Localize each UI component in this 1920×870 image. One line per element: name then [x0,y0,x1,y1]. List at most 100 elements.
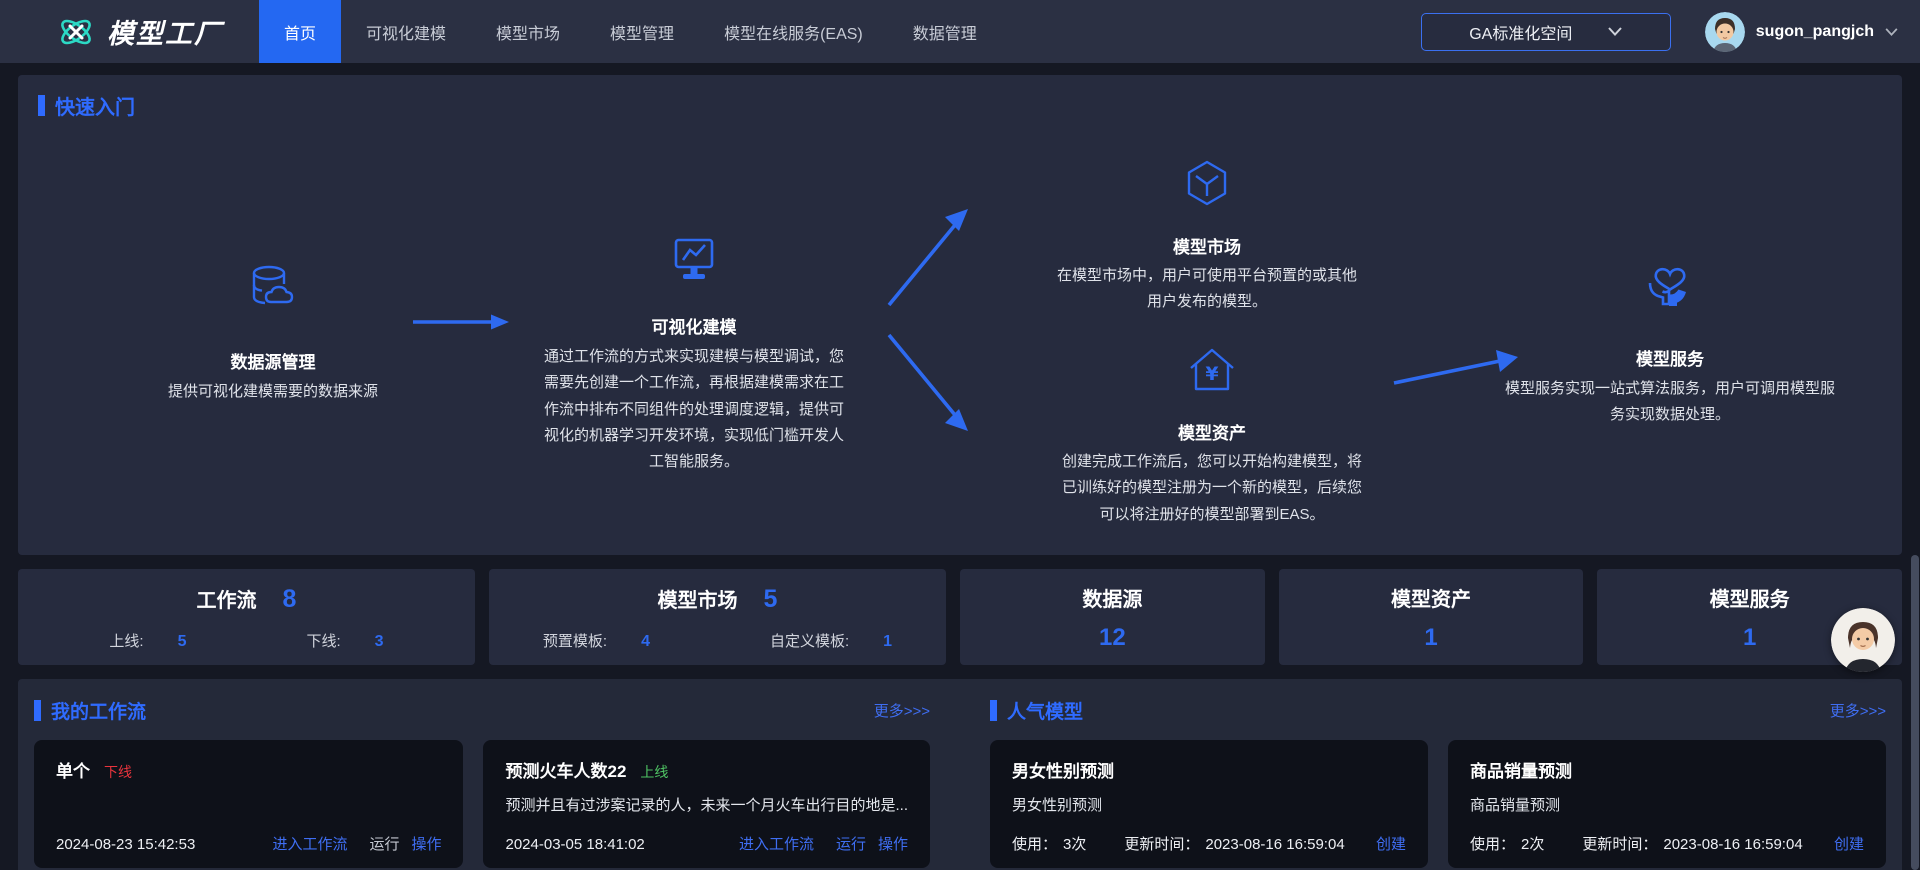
nav-item-visual-modeling[interactable]: 可视化建模 [341,0,471,63]
model-desc: 男女性别预测 [1012,794,1406,815]
workflow-status-badge: 上线 [640,762,668,782]
stat-sub-label: 上线: [109,630,143,651]
workflow-actions-link[interactable]: 操作 [411,833,441,854]
quickstart-step-model-assets: ¥ 模型资产 创建完成工作流后，您可以开始构建模型，将已训练好的模型注册为一个新… [1057,343,1367,528]
nav-item-model-market[interactable]: 模型市场 [471,0,585,63]
stat-title: 模型资产 [1279,583,1584,612]
user-menu[interactable]: sugon_pangjch [1705,12,1898,52]
main-nav: 首页 可视化建模 模型市场 模型管理 模型在线服务(EAS) 数据管理 [259,0,1002,63]
arrow-down-right-icon [883,327,978,437]
my-workflows-title: 我的工作流 [34,697,146,724]
svg-text:¥: ¥ [1205,363,1218,385]
quickstart-step-model-service: 模型服务 模型服务实现一站式算法服务，用户可调用模型服务实现数据处理。 [1500,257,1840,429]
quickstart-step-visual-modeling: 可视化建模 通过工作流的方式来实现建模与模型调试，您需要先创建一个工作流，再根据… [539,233,849,475]
workflow-status-badge: 下线 [104,762,132,782]
step-name: 可视化建模 [539,313,849,338]
step-name: 模型市场 [1057,233,1357,258]
stat-card-datasources[interactable]: 数据源 12 [960,569,1265,665]
stat-value: 1 [1279,624,1584,652]
usage-value: 2次 [1521,833,1544,854]
quickstart-step-model-market: 模型市场 在模型市场中，用户可使用平台预置的或其他用户发布的模型。 [1057,157,1357,316]
workflow-card[interactable]: 预测火车人数22 上线 预测并且有过涉案记录的人，未来一个月火车出行目的地是..… [483,740,930,868]
my-workflows-section: 我的工作流 更多>>> 单个 下线 2024-08-23 15:42:53 进入… [34,697,930,868]
stats-row: 工作流 8 上线:5 下线:3 模型市场 5 预置模板:4 自定义模板:1 数据… [18,569,1902,665]
create-model-link[interactable]: 创建 [1376,833,1406,854]
logo-text: 模型工厂 [107,12,223,51]
stat-title: 工作流 [197,584,257,613]
title-bar-decoration [38,95,45,116]
stat-value: 12 [960,624,1265,652]
workflow-desc: 预测并且有过涉案记录的人，未来一个月火车出行目的地是... [505,794,908,815]
updated-label: 更新时间： [1582,833,1657,854]
my-workflows-more-link[interactable]: 更多>>> [874,700,930,721]
assistant-avatar[interactable] [1831,608,1895,672]
step-name: 数据源管理 [73,348,473,373]
create-model-link[interactable]: 创建 [1834,833,1864,854]
step-desc: 在模型市场中，用户可使用平台预置的或其他用户发布的模型。 [1057,263,1357,316]
step-desc: 提供可视化建模需要的数据来源 [73,379,473,405]
workflow-name: 单个 [56,757,90,782]
cube-icon [1057,157,1357,209]
usage-value: 3次 [1063,833,1086,854]
model-name: 男女性别预测 [1012,757,1114,782]
model-card[interactable]: 男女性别预测 男女性别预测 使用： 3次 更新时间： 2023-08-16 16:5… [990,740,1428,868]
stat-value: 8 [283,585,297,614]
stat-value: 5 [764,585,778,614]
house-yen-icon: ¥ [1057,343,1367,397]
run-workflow-link[interactable]: 运行 [836,833,866,854]
stat-sub-label: 自定义模板: [770,630,849,651]
arrow-up-right-icon [883,203,978,313]
stat-card-model-market[interactable]: 模型市场 5 预置模板:4 自定义模板:1 [489,569,946,665]
step-name: 模型资产 [1057,419,1367,444]
nav-item-data-management[interactable]: 数据管理 [888,0,1002,63]
quick-start-title: 快速入门 [38,91,135,120]
title-bar-decoration [34,700,41,721]
logo-atom-icon [55,11,97,53]
top-navbar: 模型工厂 首页 可视化建模 模型市场 模型管理 模型在线服务(EAS) 数据管理… [0,0,1920,63]
logo[interactable]: 模型工厂 [55,11,223,53]
chevron-down-icon [1885,28,1898,36]
stat-sub-label: 下线: [307,630,341,651]
workflow-card[interactable]: 单个 下线 2024-08-23 15:42:53 进入工作流 运行 操作 [34,740,463,868]
step-name: 模型服务 [1500,345,1840,370]
quickstart-step-datasource: 数据源管理 提供可视化建模需要的数据来源 [73,260,473,405]
database-cloud-icon [73,260,473,318]
stat-title: 模型市场 [658,584,738,613]
updated-value: 2023-08-16 16:59:04 [1663,836,1802,853]
stat-sub-value: 3 [375,633,384,651]
popular-models-more-link[interactable]: 更多>>> [1830,700,1886,721]
step-desc: 创建完成工作流后，您可以开始构建模型，将已训练好的模型注册为一个新的模型，后续您… [1057,449,1367,528]
chevron-down-icon [1608,27,1622,36]
title-bar-decoration [990,700,997,721]
stat-sub-value: 5 [178,633,187,651]
nav-item-home[interactable]: 首页 [259,0,341,63]
workspace-select-value: GA标准化空间 [1469,20,1572,44]
stat-title: 模型服务 [1597,583,1902,612]
nav-item-eas-service[interactable]: 模型在线服务(EAS) [699,0,888,63]
workflow-name: 预测火车人数22 [505,757,626,782]
workflow-date: 2024-08-23 15:42:53 [56,836,195,853]
stat-title: 数据源 [960,583,1265,612]
enter-workflow-link[interactable]: 进入工作流 [272,833,347,854]
usage-label: 使用： [1470,833,1515,854]
updated-value: 2023-08-16 16:59:04 [1205,836,1344,853]
step-desc: 通过工作流的方式来实现建模与模型调试，您需要先创建一个工作流，再根据建模需求在工… [539,344,849,475]
step-desc: 模型服务实现一站式算法服务，用户可调用模型服务实现数据处理。 [1500,376,1840,429]
scrollbar-thumb[interactable] [1911,555,1919,870]
updated-label: 更新时间： [1124,833,1199,854]
workspace-select[interactable]: GA标准化空间 [1421,13,1671,51]
stat-card-model-assets[interactable]: 模型资产 1 [1279,569,1584,665]
popular-models-section: 人气模型 更多>>> 男女性别预测 男女性别预测 使用： 3次 更新时间： 2023… [990,697,1886,868]
model-card[interactable]: 商品销量预测 商品销量预测 使用： 2次 更新时间： 2023-08-16 16:5… [1448,740,1886,868]
stat-sub-value: 1 [883,633,892,651]
popular-models-title: 人气模型 [990,697,1083,724]
model-name: 商品销量预测 [1470,757,1572,782]
stat-card-workflows[interactable]: 工作流 8 上线: 5 下线: 3 [18,569,475,665]
enter-workflow-link[interactable]: 进入工作流 [739,833,814,854]
workflow-actions-link[interactable]: 操作 [878,833,908,854]
usage-label: 使用： [1012,833,1057,854]
model-desc: 商品销量预测 [1470,794,1864,815]
username: sugon_pangjch [1756,23,1874,41]
run-workflow-link[interactable]: 运行 [369,833,399,854]
nav-item-model-management[interactable]: 模型管理 [585,0,699,63]
